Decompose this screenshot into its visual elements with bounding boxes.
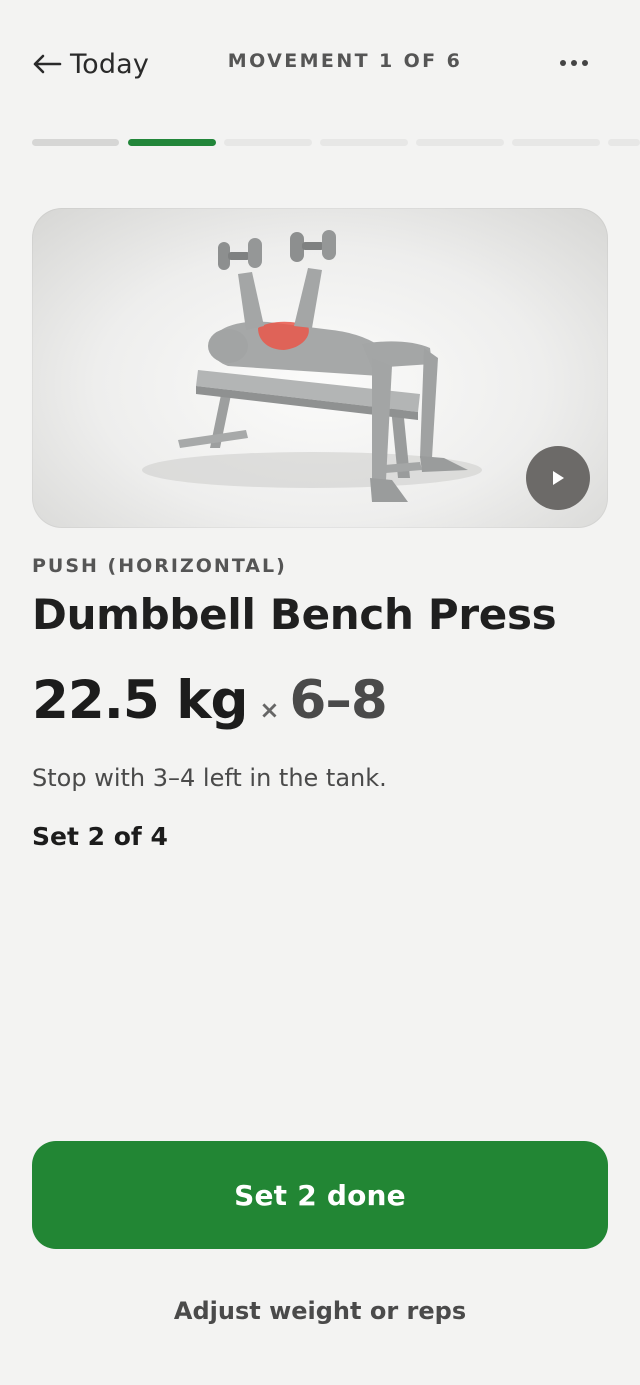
progress-segment <box>320 139 408 146</box>
set-done-button[interactable]: Set 2 done <box>32 1141 608 1249</box>
effort-cue: Stop with 3–4 left in the tank. <box>32 764 387 792</box>
bench-press-illustration <box>142 230 482 502</box>
target-reps: 6–8 <box>289 670 388 731</box>
movement-progress <box>32 139 640 147</box>
set-prescription: 22.5 kg × 6–8 <box>32 670 388 731</box>
exercise-title: Dumbbell Bench Press <box>32 590 557 639</box>
exercise-category: PUSH (HORIZONTAL) <box>32 555 287 577</box>
progress-segment <box>32 139 119 146</box>
progress-segment <box>512 139 600 146</box>
play-icon <box>553 471 564 485</box>
exercise-demo-media[interactable] <box>32 208 608 528</box>
progress-segment <box>224 139 312 146</box>
progress-segment <box>608 139 640 146</box>
progress-segment <box>416 139 504 146</box>
header: Today MOVEMENT 1 OF 6 <box>0 0 640 128</box>
set-counter: Set 2 of 4 <box>32 822 168 851</box>
more-horizontal-icon <box>560 60 588 66</box>
movement-counter: MOVEMENT 1 OF 6 <box>227 50 463 72</box>
progress-segment-active <box>128 139 216 146</box>
play-video-button[interactable] <box>526 446 590 510</box>
times-symbol: × <box>259 696 280 724</box>
adjust-weight-reps-link[interactable]: Adjust weight or reps <box>0 1297 640 1325</box>
more-options-button[interactable] <box>560 48 600 78</box>
target-weight: 22.5 kg <box>32 670 248 731</box>
